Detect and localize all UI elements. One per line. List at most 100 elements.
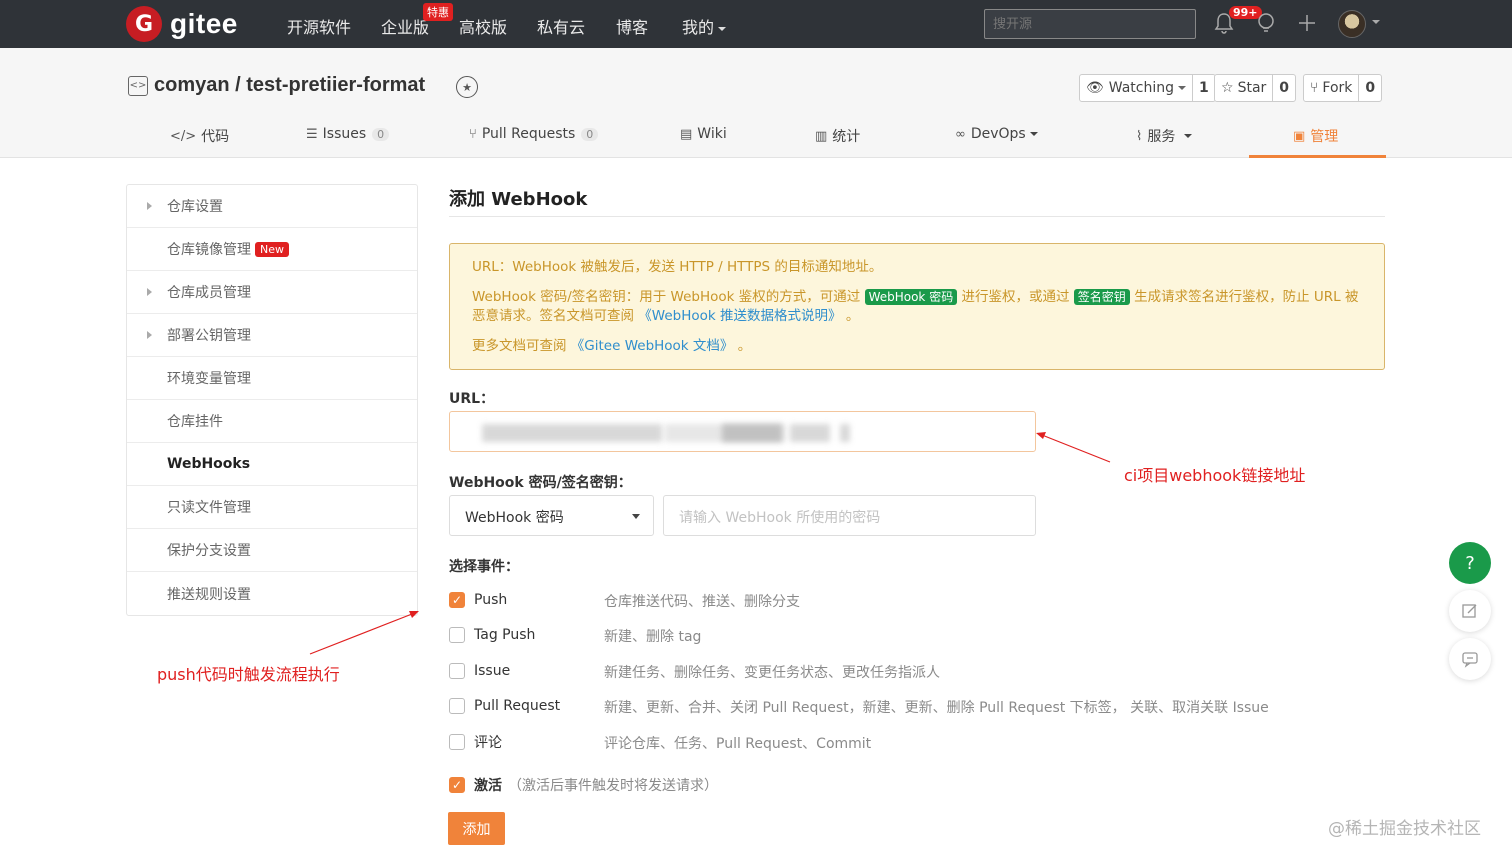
sidebar-item-widgets[interactable]: 仓库挂件 — [127, 400, 417, 443]
nav-private-cloud[interactable]: 私有云 — [537, 14, 585, 38]
tab-issues[interactable]: ☰ Issues 0 — [306, 126, 390, 142]
pull-request-icon: ⑂ — [469, 126, 477, 142]
tab-wiki-label: Wiki — [697, 126, 727, 142]
chevron-down-icon — [632, 514, 640, 519]
url-annotation: ci项目webhook链接地址 — [1124, 466, 1306, 485]
sidebar-item-push-rules[interactable]: 推送规则设置 — [127, 572, 417, 615]
fork-label: Fork — [1322, 80, 1353, 96]
sidebar-item-label: 仓库成员管理 — [167, 285, 251, 301]
event-comment-row[interactable]: 评论 — [449, 732, 604, 752]
tab-manage[interactable]: ▣ 管理 — [1293, 126, 1338, 146]
notice-text: 进行鉴权，或通过 — [961, 289, 1070, 305]
chat-icon[interactable] — [1449, 638, 1491, 680]
push-checkbox[interactable]: ✓ — [449, 592, 465, 608]
wiki-icon: ▤ — [680, 126, 693, 142]
nav-mine-menu[interactable]: 我的 — [682, 14, 727, 38]
sidebar-item-deploy-keys[interactable]: 部署公钥管理 — [127, 314, 417, 357]
sidebar-item-webhooks[interactable]: WebHooks — [127, 443, 417, 486]
pull-requests-count-badge: 0 — [581, 127, 599, 141]
event-name: Push — [474, 592, 508, 608]
webhook-password-input[interactable]: 请输入 WebHook 所使用的密码 — [663, 495, 1036, 536]
secret-type-select[interactable]: WebHook 密码 — [449, 495, 654, 536]
pulse-icon: ⌇ — [1136, 128, 1143, 144]
sidebar-item-env-vars[interactable]: 环境变量管理 — [127, 357, 417, 400]
repo-title[interactable]: comyan / test-pretiier-format — [154, 74, 425, 97]
tab-pull-requests[interactable]: ⑂ Pull Requests 0 — [469, 126, 599, 142]
event-name: 评论 — [474, 735, 502, 751]
avatar-chevron-down-icon[interactable] — [1372, 20, 1380, 24]
promo-badge: 特惠 — [423, 3, 453, 21]
gitee-logo[interactable]: G gitee — [126, 6, 238, 42]
sidebar-item-protected-branches[interactable]: 保护分支设置 — [127, 529, 417, 572]
issue-checkbox[interactable] — [449, 663, 465, 679]
sidebar-item-members[interactable]: 仓库成员管理 — [127, 271, 417, 314]
code-repo-icon: <> — [128, 75, 148, 96]
redacted-url — [840, 424, 850, 442]
webhook-format-doc-link[interactable]: 《WebHook 推送数据格式说明》 — [638, 308, 841, 324]
activate-hint: （激活后事件触发时将发送请求） — [508, 778, 718, 794]
active-tab-indicator — [1249, 155, 1386, 158]
comment-checkbox[interactable] — [449, 734, 465, 750]
issues-icon: ☰ — [306, 126, 318, 142]
lightbulb-icon[interactable] — [1256, 12, 1276, 39]
tab-code[interactable]: </> 代码 — [170, 126, 229, 146]
activate-row[interactable]: ✓ 激活 （激活后事件触发时将发送请求） — [449, 775, 718, 795]
secret-type-value: WebHook 密码 — [465, 510, 564, 526]
notice-secret-paragraph: WebHook 密码/签名密钥：用于 WebHook 鉴权的方式，可通过 Web… — [472, 288, 1362, 326]
user-avatar[interactable] — [1338, 10, 1366, 38]
add-webhook-button[interactable]: 添加 — [448, 812, 505, 845]
event-name: Pull Request — [474, 698, 561, 714]
nav-education[interactable]: 高校版 — [459, 14, 507, 38]
manage-icon: ▣ — [1293, 128, 1306, 144]
fork-count[interactable]: 0 — [1358, 75, 1381, 101]
activate-checkbox[interactable]: ✓ — [449, 777, 465, 793]
event-issue-row[interactable]: Issue — [449, 661, 604, 681]
redacted-url — [790, 424, 830, 442]
sidebar-item-readonly-files[interactable]: 只读文件管理 — [127, 486, 417, 529]
redacted-url — [482, 424, 662, 442]
tab-devops-label: DevOps — [970, 126, 1026, 142]
event-description: 新建、更新、合并、关闭 Pull Request，新建、更新、删除 Pull R… — [604, 700, 1269, 716]
gitee-webhook-doc-link[interactable]: 《Gitee WebHook 文档》 — [571, 338, 734, 354]
watching-label: Watching — [1108, 80, 1175, 96]
code-icon: </> — [170, 128, 197, 144]
tag-push-checkbox[interactable] — [449, 627, 465, 643]
sidebar-item-repo-settings[interactable]: 仓库设置 — [127, 185, 417, 228]
award-icon[interactable]: ★ — [456, 76, 478, 98]
caret-right-icon — [147, 288, 152, 296]
nav-enterprise[interactable]: 企业版 — [381, 14, 429, 38]
plus-icon[interactable] — [1297, 12, 1317, 39]
gitee-logo-text: gitee — [170, 8, 238, 39]
event-description: 新建、删除 tag — [604, 629, 702, 645]
redacted-url — [722, 424, 782, 442]
tab-wiki[interactable]: ▤ Wiki — [680, 126, 727, 142]
sidebar-item-mirror[interactable]: 仓库镜像管理 New — [127, 228, 417, 271]
tab-stats[interactable]: ▥ 统计 — [815, 126, 860, 146]
star-icon: ☆ — [1221, 80, 1234, 96]
event-tag-push-row[interactable]: Tag Push — [449, 625, 604, 645]
event-description: 评论仓库、任务、Pull Request、Commit — [604, 736, 872, 752]
nav-blog[interactable]: 博客 — [616, 14, 648, 38]
watching-count[interactable]: 1 — [1192, 75, 1215, 101]
global-search-input[interactable] — [984, 9, 1196, 39]
nav-open-source[interactable]: 开源软件 — [287, 14, 351, 38]
event-pull-request-row[interactable]: Pull Request — [449, 696, 604, 716]
notice-text: WebHook 密码/签名密钥：用于 WebHook 鉴权的方式，可通过 — [472, 289, 861, 305]
tab-devops[interactable]: ∞ DevOps — [955, 126, 1038, 142]
fork-icon: ⑂ — [1310, 80, 1319, 96]
star-button[interactable]: ☆ Star 0 — [1214, 74, 1297, 102]
watching-button[interactable]: 👁 Watching 1 — [1079, 74, 1216, 102]
url-input[interactable] — [449, 411, 1036, 452]
event-push-row[interactable]: ✓ Push — [449, 590, 604, 610]
star-count[interactable]: 0 — [1272, 75, 1295, 101]
pull-request-checkbox[interactable] — [449, 698, 465, 714]
help-button[interactable]: ? — [1449, 542, 1491, 584]
tab-stats-label: 统计 — [832, 129, 861, 145]
tab-services[interactable]: ⌇ 服务 — [1136, 126, 1193, 146]
star-label: Star — [1237, 80, 1267, 96]
activate-label: 激活 — [474, 778, 502, 794]
chevron-down-icon — [1178, 86, 1187, 90]
fork-button[interactable]: ⑂ Fork 0 — [1303, 74, 1383, 102]
tab-services-label: 服务 — [1147, 129, 1176, 145]
edit-feedback-icon[interactable] — [1449, 590, 1491, 632]
